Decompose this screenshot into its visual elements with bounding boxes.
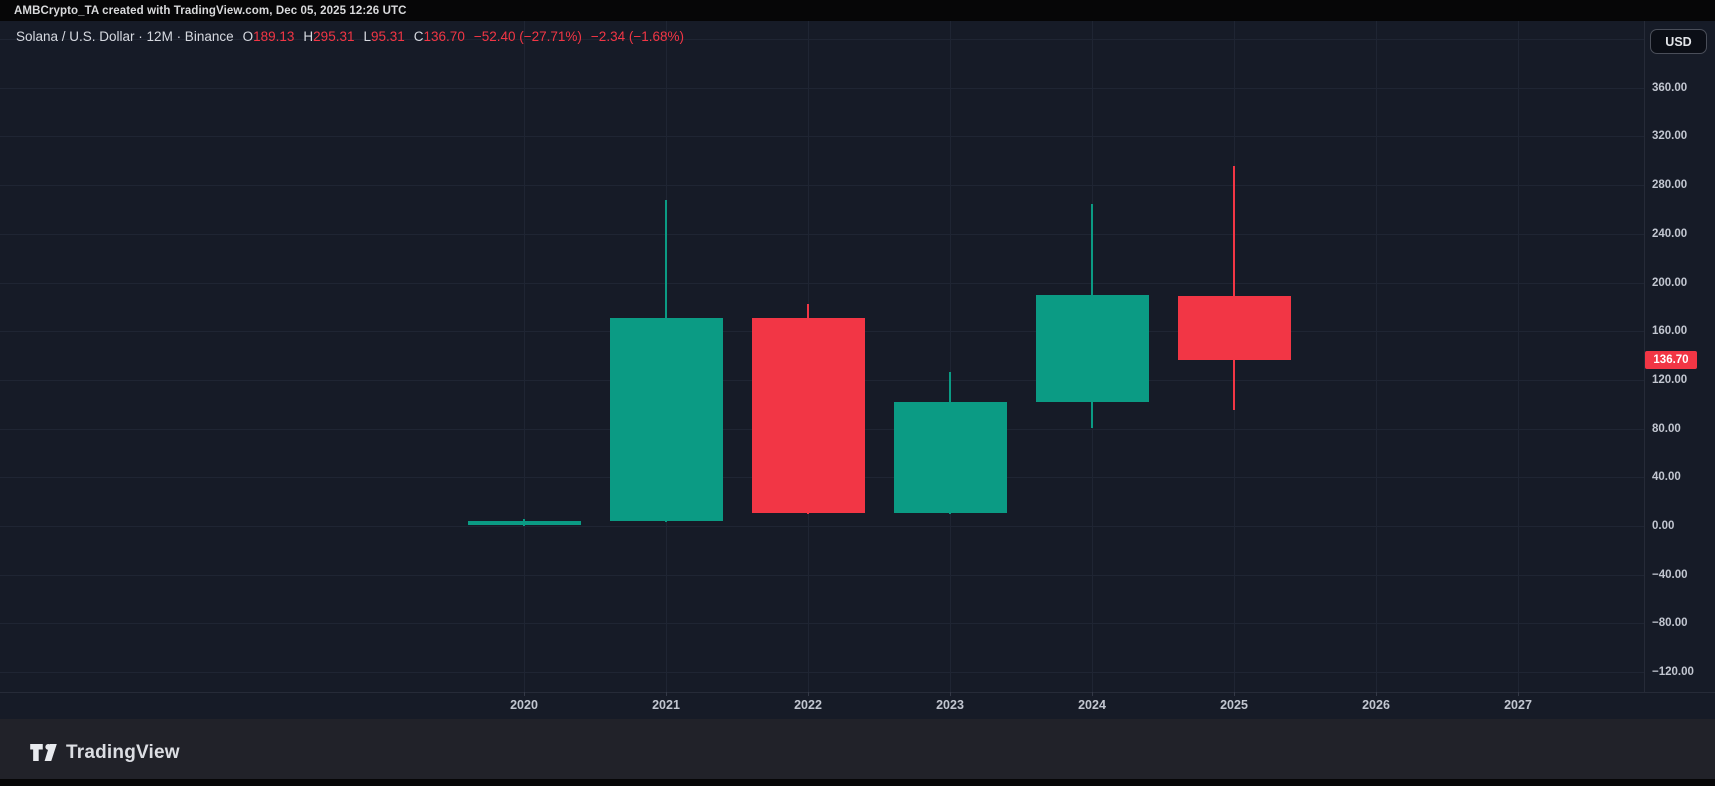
time-tickmark — [524, 692, 525, 696]
price-tick-label: −120.00 — [1652, 665, 1694, 679]
time-tick-label: 2026 — [1346, 698, 1406, 713]
price-tick-label: 120.00 — [1652, 373, 1687, 387]
candle-body — [752, 318, 865, 513]
ohlc-value-L: 95.31 — [371, 29, 405, 44]
candle-body — [468, 521, 581, 525]
time-axis-border — [0, 692, 1715, 693]
legend-change-1: −52.40 (−27.71%) — [474, 29, 582, 44]
ohlc-value-H: 295.31 — [313, 29, 354, 44]
h-gridline-280 — [0, 185, 1644, 186]
candle-body — [894, 402, 1007, 513]
price-tick-label: 160.00 — [1652, 324, 1687, 338]
time-tick-label: 2023 — [920, 698, 980, 713]
attribution-bar: AMBCrypto_TA created with TradingView.co… — [0, 0, 1715, 21]
time-tick-label: 2022 — [778, 698, 838, 713]
ohlc-value-O: 189.13 — [253, 29, 294, 44]
time-tickmark — [1234, 692, 1235, 696]
chart-pane[interactable]: 360.00 320.00 280.00 240.00 200.00 160.00 120.… — [0, 21, 1715, 719]
currency-usd-button[interactable]: USD — [1650, 29, 1707, 54]
legend-change-2: −2.34 (−1.68%) — [591, 29, 684, 44]
price-tick-label: 240.00 — [1652, 227, 1687, 241]
price-tick-label: 200.00 — [1652, 276, 1687, 290]
h-gridline--120 — [0, 672, 1644, 673]
price-tick-label: −40.00 — [1652, 568, 1688, 582]
ohlc-letter-H: H — [303, 29, 313, 44]
h-gridline--80 — [0, 623, 1644, 624]
v-gridline-2023 — [950, 21, 951, 693]
tradingview-chart-screenshot: AMBCrypto_TA created with TradingView.co… — [0, 0, 1715, 786]
time-tickmark — [950, 692, 951, 696]
last-price-value: 136.70 — [1653, 354, 1688, 366]
h-gridline-0 — [0, 526, 1644, 527]
v-gridline-2020 — [524, 21, 525, 693]
candle-wick — [1233, 166, 1235, 410]
time-tickmark — [1376, 692, 1377, 696]
price-tick-label: 320.00 — [1652, 129, 1687, 143]
tradingview-logo-icon[interactable] — [30, 744, 57, 761]
ohlc-letter-O: O — [243, 29, 254, 44]
time-tick-label: 2027 — [1488, 698, 1548, 713]
ohlc-letter-L: L — [363, 29, 371, 44]
ohlc-value-C: 136.70 — [424, 29, 465, 44]
time-tickmark — [1092, 692, 1093, 696]
time-tickmark — [666, 692, 667, 696]
time-tick-label: 2020 — [494, 698, 554, 713]
v-gridline-2026 — [1376, 21, 1377, 693]
price-tick-label: 80.00 — [1652, 422, 1681, 436]
candle-body — [610, 318, 723, 521]
symbol-title: Solana / U.S. Dollar · 12M · Binance — [16, 29, 234, 44]
price-tick-label: 0.00 — [1652, 519, 1674, 533]
price-tick-label: 280.00 — [1652, 178, 1687, 192]
h-gridline-200 — [0, 283, 1644, 284]
last-price-tag: 136.70 — [1645, 351, 1697, 369]
symbol-legend[interactable]: Solana / U.S. Dollar · 12M · Binance O18… — [16, 29, 684, 44]
h-gridline-320 — [0, 136, 1644, 137]
time-tick-label: 2025 — [1204, 698, 1264, 713]
candle-body — [1036, 295, 1149, 402]
time-tick-label: 2021 — [636, 698, 696, 713]
ohlc-letter-C: C — [414, 29, 424, 44]
price-tick-label: −80.00 — [1652, 616, 1688, 630]
price-tick-label: 360.00 — [1652, 81, 1687, 95]
price-tick-label: 40.00 — [1652, 470, 1681, 484]
time-tickmark — [808, 692, 809, 696]
tradingview-brand-text[interactable]: TradingView — [66, 742, 180, 764]
candle-body — [1178, 296, 1291, 360]
h-gridline--40 — [0, 575, 1644, 576]
h-gridline-360 — [0, 88, 1644, 89]
time-tickmark — [1518, 692, 1519, 696]
v-gridline-2027 — [1518, 21, 1519, 693]
footer-bar: TradingView — [0, 719, 1715, 786]
h-gridline-240 — [0, 234, 1644, 235]
ohlc-readout: O189.13 H295.31 L95.31 C136.70 −52.40 (−27.7… — [234, 29, 684, 44]
attribution-text: AMBCrypto_TA created with TradingView.co… — [14, 5, 407, 17]
time-tick-label: 2024 — [1062, 698, 1122, 713]
bottom-strip — [0, 779, 1715, 786]
